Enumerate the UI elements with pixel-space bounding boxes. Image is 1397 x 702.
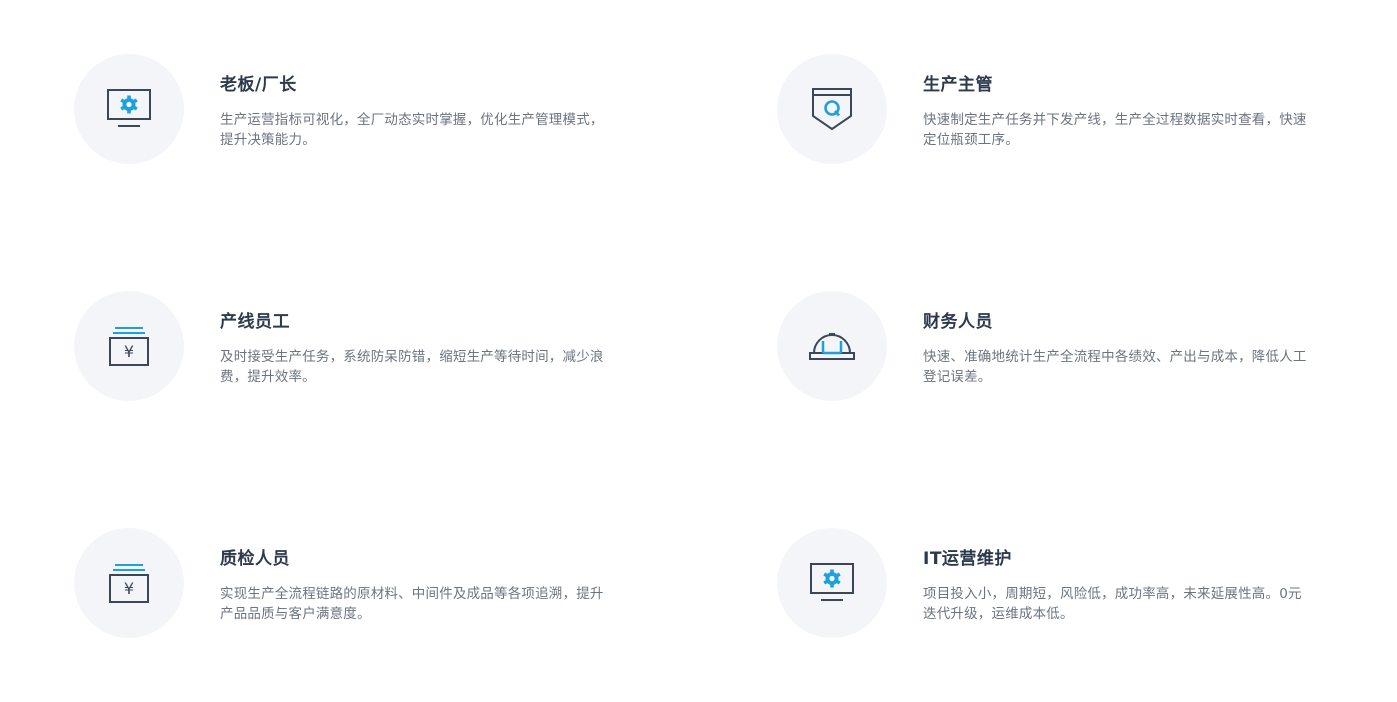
role-card-production-supervisor: 生产主管 快速制定生产任务并下发产线，生产全过程数据实时查看，快速定位瓶颈工序。 (777, 54, 1397, 174)
role-card-boss: 老板/厂长 生产运营指标可视化，全厂动态实时掌握，优化生产管理模式，提升决策能力… (74, 54, 694, 174)
role-card-finance: 财务人员 快速、准确地统计生产全流程中各绩效、产出与成本，降低人工登记误差。 (777, 291, 1397, 411)
role-description: 快速制定生产任务并下发产线，生产全过程数据实时查看，快速定位瓶颈工序。 (923, 112, 1307, 148)
monitor-gear-icon (809, 561, 855, 605)
yuan-box-icon: ¥ (107, 561, 151, 605)
icon-circle: ¥ (74, 528, 184, 638)
role-description: 快速、准确地统计生产全流程中各绩效、产出与成本，降低人工登记误差。 (923, 349, 1307, 385)
yuan-box-icon: ¥ (107, 324, 151, 368)
role-title: 生产主管 (923, 75, 993, 95)
role-title: 财务人员 (923, 312, 993, 332)
role-card-it-operations: IT运营维护 项目投入小，周期短，风险低，成功率高，未来延展性高。0元迭代升级，… (777, 528, 1397, 648)
role-title: IT运营维护 (923, 549, 1012, 569)
role-card-quality-inspector: ¥ 质检人员 实现生产全流程链路的原材料、中间件及成品等各项追溯，提升产品品质与… (74, 528, 694, 648)
icon-circle (74, 54, 184, 164)
icon-circle: ¥ (74, 291, 184, 401)
role-title: 质检人员 (220, 549, 290, 569)
role-description: 项目投入小，周期短，风险低，成功率高，未来延展性高。0元迭代升级，运维成本低。 (923, 586, 1302, 622)
role-description: 生产运营指标可视化，全厂动态实时掌握，优化生产管理模式，提升决策能力。 (220, 112, 604, 148)
role-description: 实现生产全流程链路的原材料、中间件及成品等各项追溯，提升产品品质与客户满意度。 (220, 586, 604, 622)
role-card-line-worker: ¥ 产线员工 及时接受生产任务，系统防呆防错，缩短生产等待时间，减少浪费，提升效… (74, 291, 694, 411)
role-description: 及时接受生产任务，系统防呆防错，缩短生产等待时间，减少浪费，提升效率。 (220, 349, 604, 385)
hard-hat-icon (808, 326, 856, 366)
quality-badge-icon (810, 86, 854, 132)
role-title: 产线员工 (220, 312, 290, 332)
roles-grid: 老板/厂长 生产运营指标可视化，全厂动态实时掌握，优化生产管理模式，提升决策能力… (0, 0, 1397, 702)
monitor-gear-icon (106, 87, 152, 131)
role-title: 老板/厂长 (220, 75, 297, 95)
icon-circle (777, 291, 887, 401)
icon-circle (777, 54, 887, 164)
svg-text:¥: ¥ (124, 579, 134, 598)
svg-text:¥: ¥ (124, 342, 134, 361)
icon-circle (777, 528, 887, 638)
